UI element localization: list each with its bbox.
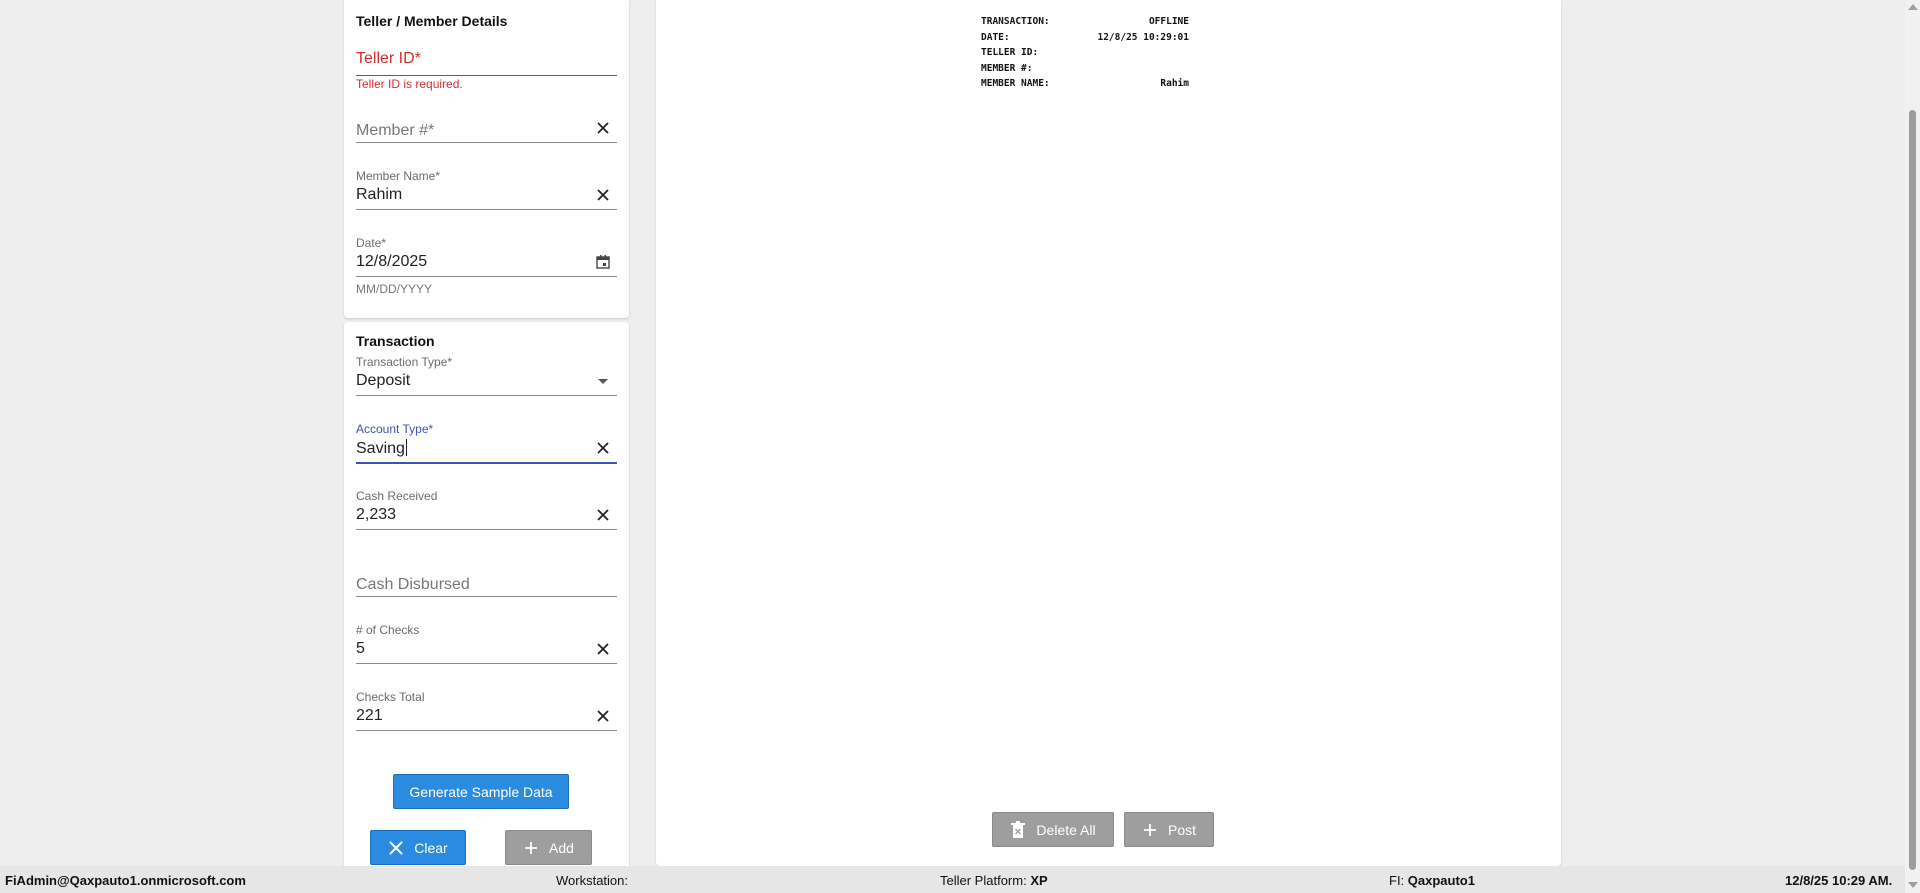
transaction-type-label: Transaction Type* [356, 355, 453, 369]
generate-sample-data-button[interactable]: Generate Sample Data [393, 774, 569, 809]
transaction-section-title: Transaction [356, 333, 435, 349]
close-icon [389, 840, 403, 855]
receipt-row: DATE: 12/8/25 10:29:01 [981, 30, 1189, 46]
clear-label: Clear [414, 839, 448, 856]
close-icon[interactable] [595, 708, 611, 724]
plus-icon [525, 841, 538, 854]
close-icon[interactable] [595, 507, 611, 523]
member-number-label: Member #* [356, 122, 435, 139]
dropdown-arrow-icon[interactable] [595, 373, 611, 389]
calendar-icon[interactable] [595, 254, 611, 270]
text-cursor [405, 439, 407, 456]
date-value: 12/8/2025 [356, 253, 428, 270]
account-type-input[interactable]: Saving [356, 439, 407, 458]
transaction-card: Transaction Transaction Type* Deposit Ac… [344, 322, 629, 866]
generate-sample-data-label: Generate Sample Data [409, 783, 553, 800]
post-button[interactable]: Post [1124, 812, 1214, 847]
close-icon[interactable] [595, 641, 611, 657]
checks-total-value: 221 [356, 707, 383, 724]
teller-id-field[interactable]: Teller ID* [356, 35, 617, 76]
teller-id-label: Teller ID* [356, 50, 421, 67]
account-type-field[interactable]: Account Type* Saving [356, 422, 617, 464]
receipt-row: MEMBER #: [981, 61, 1189, 77]
receipt-row-label: TELLER ID: [981, 47, 1039, 59]
member-number-field[interactable]: Member #* [356, 102, 617, 143]
transaction-type-select[interactable]: Transaction Type* Deposit [356, 355, 617, 396]
checks-total-label: Checks Total [356, 690, 425, 704]
teller-id-error: Teller ID is required. [356, 77, 463, 91]
member-name-label: Member Name* [356, 169, 441, 183]
close-icon[interactable] [595, 120, 611, 136]
date-label: Date* [356, 236, 387, 250]
status-platform: Teller Platform: XP [940, 873, 1048, 888]
receipt-row-label: MEMBER #: [981, 62, 1033, 74]
date-format-hint: MM/DD/YYYY [356, 282, 433, 296]
close-icon[interactable] [595, 187, 611, 203]
status-fi: FI: Qaxpauto1 [1389, 873, 1475, 888]
receipt-row: TELLER ID: [981, 45, 1189, 61]
account-type-label: Account Type* [356, 422, 434, 436]
scroll-thumb[interactable] [1909, 110, 1916, 870]
add-label: Add [549, 839, 574, 856]
cash-received-field[interactable]: Cash Received 2,233 [356, 489, 617, 530]
cash-disbursed-label: Cash Disbursed [356, 576, 470, 593]
teller-member-card: Teller / Member Details Teller ID* Telle… [344, 0, 629, 318]
checks-total-field[interactable]: Checks Total 221 [356, 690, 617, 731]
status-bar: FiAdmin@Qaxpauto1.onmicrosoft.com Workst… [0, 866, 1905, 893]
receipt-text: TRANSACTION: OFFLINE DATE: 12/8/25 10:29:01… [981, 14, 1189, 92]
account-type-value: Saving [356, 440, 405, 457]
cash-received-value: 2,233 [356, 506, 397, 523]
receipt-row-label: DATE: [981, 31, 1010, 43]
receipt-row-label: MEMBER NAME: [981, 78, 1050, 90]
date-field[interactable]: Date* 12/8/2025 [356, 236, 617, 277]
num-checks-value: 5 [356, 640, 365, 657]
receipt-row-value: 12/8/25 10:29:01 [1097, 31, 1189, 43]
member-name-value: Rahim [356, 186, 403, 203]
receipt-row-value: OFFLINE [1148, 16, 1189, 27]
vertical-scrollbar[interactable] [1905, 0, 1920, 893]
receipt-row-value: Rahim [1160, 78, 1189, 90]
close-icon[interactable] [595, 440, 611, 456]
delete-all-button[interactable]: Delete All [992, 812, 1114, 847]
scroll-up-arrow[interactable] [1908, 4, 1918, 10]
receipt-preview-panel [656, 0, 1561, 866]
cash-disbursed-field[interactable]: Cash Disbursed [356, 556, 617, 597]
status-workstation: Workstation: [556, 873, 629, 888]
receipt-row: MEMBER NAME: Rahim [981, 76, 1189, 92]
num-checks-label: # of Checks [356, 623, 420, 637]
receipt-row: TRANSACTION: OFFLINE [981, 14, 1189, 30]
scroll-down-arrow[interactable] [1908, 882, 1918, 888]
teller-section-title: Teller / Member Details [356, 13, 508, 29]
plus-icon [1143, 823, 1156, 836]
num-checks-field[interactable]: # of Checks 5 [356, 623, 617, 664]
status-user: FiAdmin@Qaxpauto1.onmicrosoft.com [5, 873, 246, 888]
post-label: Post [1167, 821, 1196, 838]
add-button[interactable]: Add [505, 830, 592, 865]
member-name-field[interactable]: Member Name* Rahim [356, 169, 617, 210]
cash-received-label: Cash Received [356, 489, 438, 503]
clear-button[interactable]: Clear [370, 830, 466, 865]
delete-all-label: Delete All [1036, 821, 1096, 838]
receipt-row-label: TRANSACTION: [981, 16, 1050, 27]
transaction-type-value: Deposit [356, 372, 411, 389]
trash-icon [1011, 820, 1026, 838]
status-datetime: 12/8/25 10:29 AM. [1785, 873, 1893, 888]
